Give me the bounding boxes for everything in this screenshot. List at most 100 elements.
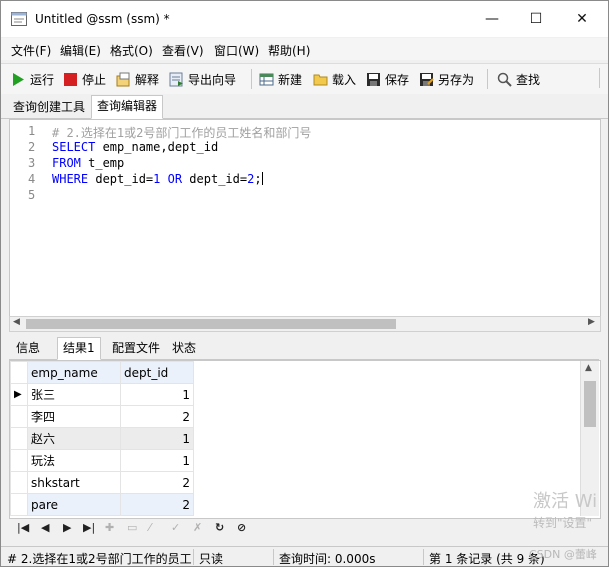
row-selector-header	[10, 361, 28, 384]
row-selector	[10, 471, 28, 494]
code-line-4: WHERE dept_id=1 OR dept_id=2;	[52, 172, 263, 186]
explain-label: 解释	[135, 73, 160, 87]
cell-emp-name[interactable]: shkstart	[27, 471, 121, 494]
run-button[interactable]: 运行	[11, 71, 54, 88]
tab-query-builder[interactable]: 查询创建工具	[7, 96, 91, 118]
find-button[interactable]: 查找	[497, 71, 540, 88]
refresh-icon[interactable]: ↻	[215, 521, 224, 534]
table-row[interactable]: pare 2	[10, 493, 194, 516]
cell-emp-name[interactable]: 张三	[27, 383, 121, 406]
add-record-icon[interactable]: ✚	[105, 521, 114, 534]
menu-window[interactable]: 窗口(W)	[214, 42, 259, 59]
minimize-button[interactable]: —	[469, 1, 515, 37]
toolbar-overflow[interactable]	[599, 68, 606, 88]
table-row[interactable]: shkstart 2	[10, 471, 194, 494]
close-button[interactable]: ✕	[559, 1, 605, 37]
first-record-icon[interactable]: |◀	[17, 521, 29, 534]
explain-button[interactable]: 解释	[116, 71, 159, 88]
tab-query-editor[interactable]: 查询编辑器	[91, 95, 164, 119]
row-selector	[10, 427, 28, 450]
run-label: 运行	[30, 73, 55, 87]
maximize-button[interactable]: ☐	[513, 1, 559, 37]
keyword-or: OR	[160, 172, 183, 186]
line-number: 2	[28, 140, 36, 154]
table-row[interactable]: 李四 2	[10, 405, 194, 428]
table-row[interactable]: 赵六 1	[10, 427, 194, 450]
line-gutter: 1 2 3 4 5	[10, 120, 46, 317]
table-row[interactable]: ▶ 张三 1	[10, 383, 194, 406]
discard-changes-icon[interactable]: ✗	[193, 521, 202, 534]
search-icon	[497, 72, 512, 87]
edit-record-icon[interactable]: ⁄	[149, 521, 151, 534]
column-header-dept-id[interactable]: dept_id	[120, 361, 194, 384]
tab-info[interactable]: 信息	[11, 338, 45, 358]
menu-format[interactable]: 格式(O)	[110, 42, 153, 59]
save-as-button[interactable]: 另存为	[419, 71, 474, 88]
toolbar: 运行 停止 解释 导出向导 新建 载入 保存 另存为 查找	[1, 63, 608, 95]
keyword-select: SELECT	[52, 140, 96, 154]
tab-profile[interactable]: 配置文件	[107, 338, 165, 358]
cell-dept-id[interactable]: 2	[120, 471, 194, 494]
last-record-icon[interactable]: ▶|	[83, 521, 95, 534]
scroll-up-icon[interactable]: ▲	[585, 363, 592, 373]
table-header-row: emp_name dept_id	[10, 361, 194, 384]
export-label: 导出向导	[188, 73, 237, 87]
line-number: 4	[28, 172, 36, 186]
activation-watermark-title: 激活 Wi	[533, 491, 598, 512]
code-text: ;	[254, 172, 262, 186]
new-button[interactable]: 新建	[259, 71, 302, 88]
status-divider	[193, 549, 194, 565]
editor-horizontal-scrollbar[interactable]: ◀ ▶	[9, 316, 601, 332]
cell-dept-id[interactable]: 1	[120, 427, 194, 450]
save-icon	[367, 73, 380, 86]
tab-status[interactable]: 状态	[167, 338, 201, 358]
status-bar: # 2.选择在1或2号部门工作的员工 只读 查询时间: 0.000s 第 1 条…	[1, 546, 608, 566]
stop-refresh-icon[interactable]: ⊘	[237, 521, 246, 534]
code-line-2: SELECT emp_name,dept_id	[52, 140, 218, 154]
row-selector	[10, 493, 28, 516]
save-button[interactable]: 保存	[366, 71, 409, 88]
cell-emp-name[interactable]: 玩法	[27, 449, 121, 472]
menu-edit[interactable]: 编辑(E)	[60, 42, 101, 59]
keyword-where: WHERE	[52, 172, 89, 186]
load-button[interactable]: 载入	[313, 71, 356, 88]
row-selector	[10, 449, 28, 472]
sql-editor[interactable]: 1 2 3 4 5 # 2.选择在1或2号部门工作的员工姓名和部门号 SELEC…	[9, 119, 601, 318]
line-number: 5	[28, 188, 36, 202]
cell-dept-id[interactable]: 2	[120, 493, 194, 516]
code-text: emp_name,dept_id	[95, 140, 219, 154]
cell-emp-name[interactable]: 赵六	[27, 427, 121, 450]
explain-icon	[116, 72, 130, 87]
stop-icon	[64, 73, 77, 86]
cell-dept-id[interactable]: 1	[120, 449, 194, 472]
menu-file[interactable]: 文件(F)	[11, 42, 51, 59]
scroll-left-icon[interactable]: ◀	[13, 317, 20, 327]
next-record-icon[interactable]: ▶	[63, 521, 71, 534]
row-selector	[10, 405, 28, 428]
stop-button[interactable]: 停止	[63, 71, 106, 88]
play-icon	[13, 73, 24, 86]
cell-dept-id[interactable]: 1	[120, 383, 194, 406]
scroll-thumb[interactable]	[584, 381, 596, 427]
result-grid[interactable]: emp_name dept_id ▶ 张三 1 李四 2 赵六 1 玩法 1 s…	[9, 360, 601, 519]
cell-emp-name[interactable]: pare	[27, 493, 121, 516]
delete-record-icon[interactable]: ▭	[127, 521, 137, 534]
line-number: 3	[28, 156, 36, 170]
column-header-emp-name[interactable]: emp_name	[27, 361, 121, 384]
status-query-time: 查询时间: 0.000s	[279, 552, 376, 566]
scroll-thumb[interactable]	[26, 319, 396, 329]
editor-tabs: 查询创建工具 查询编辑器	[1, 94, 608, 119]
save-label: 保存	[385, 73, 410, 87]
code-line-3: FROM t_emp	[52, 156, 124, 170]
csdn-watermark: CSDN @蕾峰	[529, 548, 597, 561]
menu-help[interactable]: 帮助(H)	[268, 42, 310, 59]
cell-dept-id[interactable]: 2	[120, 405, 194, 428]
export-wizard-button[interactable]: 导出向导	[169, 71, 236, 88]
previous-record-icon[interactable]: ◀	[41, 521, 49, 534]
menu-view[interactable]: 查看(V)	[162, 42, 204, 59]
apply-changes-icon[interactable]: ✓	[171, 521, 180, 534]
tab-result-1[interactable]: 结果1	[57, 337, 101, 360]
cell-emp-name[interactable]: 李四	[27, 405, 121, 428]
scroll-right-icon[interactable]: ▶	[588, 317, 595, 327]
table-row[interactable]: 玩法 1	[10, 449, 194, 472]
